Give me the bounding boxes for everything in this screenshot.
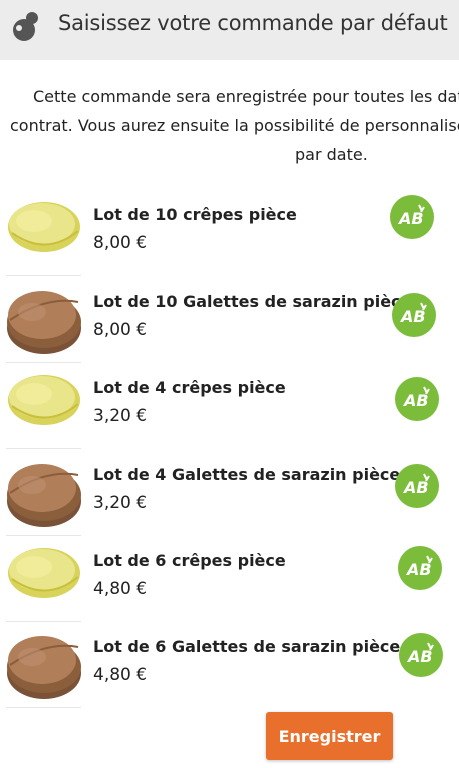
galette-image	[6, 282, 81, 363]
product-item[interactable]: Lot de 6 Galettes de sarazin pièce 4,80 €…	[0, 627, 459, 713]
crepe-image	[6, 368, 81, 449]
product-name: Lot de 10 Galettes de sarazin pièce	[93, 292, 412, 311]
organic-ab-badge-icon: AB	[395, 377, 439, 421]
product-item[interactable]: Lot de 10 crêpes pièce 8,00 € AB	[0, 195, 459, 281]
product-price: 3,20 €	[93, 493, 148, 513]
svg-text:AB: AB	[402, 391, 429, 410]
organic-ab-badge-icon: AB	[392, 293, 436, 337]
product-name: Lot de 6 crêpes pièce	[93, 551, 286, 570]
product-price: 3,20 €	[93, 406, 148, 426]
save-button[interactable]: Enregistrer	[266, 712, 393, 760]
intro-line-3: par date.	[295, 145, 368, 164]
product-price: 4,80 €	[93, 665, 148, 685]
galette-image	[6, 455, 81, 536]
product-price: 8,00 €	[93, 320, 148, 340]
crepe-image	[6, 541, 81, 622]
organic-ab-badge-icon: AB	[390, 195, 434, 239]
svg-text:AB: AB	[397, 209, 424, 228]
crepe-image	[6, 195, 81, 276]
product-item[interactable]: Lot de 6 crêpes pièce 4,80 € AB	[0, 541, 459, 627]
product-item[interactable]: Lot de 4 Galettes de sarazin pièce 3,20 €…	[0, 455, 459, 541]
intro-line-2: contrat. Vous aurez ensuite la possibili…	[10, 116, 459, 135]
intro-text: Cette commande sera enregistrée pour tou…	[0, 82, 459, 172]
svg-text:AB: AB	[399, 307, 426, 326]
logo-icon	[13, 12, 38, 41]
intro-line-1: Cette commande sera enregistrée pour tou…	[33, 87, 459, 106]
svg-text:AB: AB	[405, 560, 432, 579]
organic-ab-badge-icon: AB	[395, 464, 439, 508]
product-name: Lot de 4 Galettes de sarazin pièce	[93, 465, 401, 484]
page-header: Saisissez votre commande par défaut	[0, 0, 459, 60]
product-item[interactable]: Lot de 4 crêpes pièce 3,20 € AB	[0, 368, 459, 454]
product-item[interactable]: Lot de 10 Galettes de sarazin pièce 8,00 …	[0, 282, 459, 368]
svg-text:AB: AB	[402, 478, 429, 497]
product-name: Lot de 4 crêpes pièce	[93, 378, 286, 397]
product-name: Lot de 6 Galettes de sarazin pièce	[93, 637, 401, 656]
svg-text:AB: AB	[406, 647, 433, 666]
page-title: Saisissez votre commande par défaut	[58, 11, 448, 35]
organic-ab-badge-icon: AB	[398, 546, 442, 590]
product-price: 8,00 €	[93, 233, 148, 253]
product-name: Lot de 10 crêpes pièce	[93, 205, 297, 224]
organic-ab-badge-icon: AB	[399, 633, 443, 677]
product-price: 4,80 €	[93, 579, 148, 599]
galette-image	[6, 627, 81, 708]
